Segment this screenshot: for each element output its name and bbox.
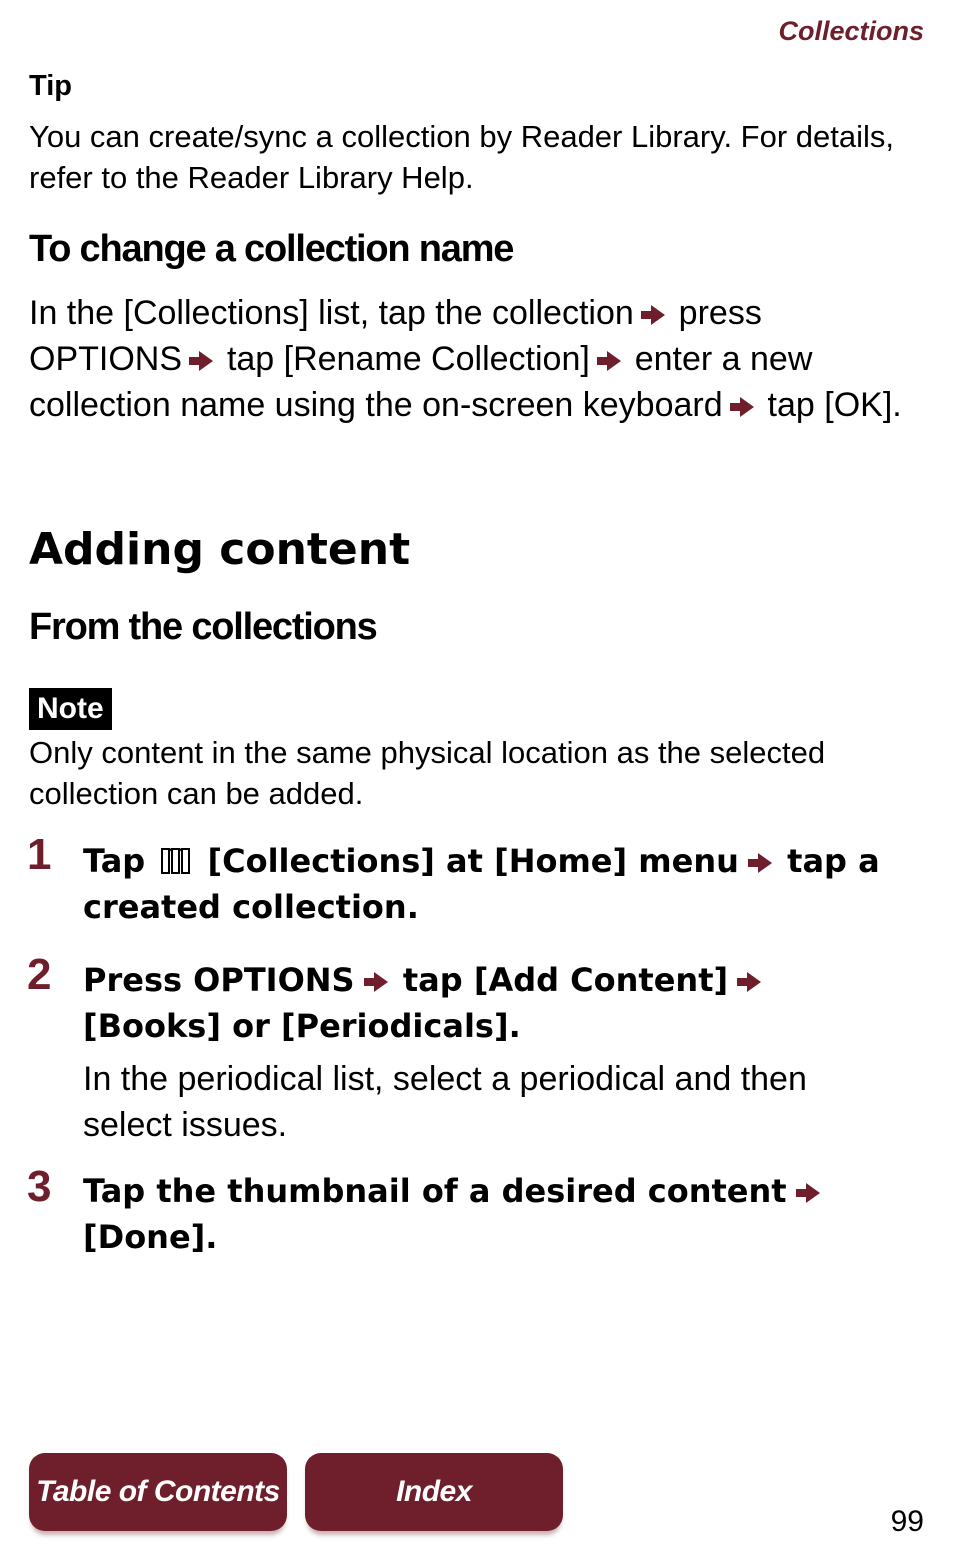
arrow-icon [795, 1168, 824, 1214]
page-number: 99 [890, 1505, 924, 1538]
step-number: 2 [27, 950, 52, 999]
step-text: Tap the thumbnail of a desired content [83, 1172, 787, 1210]
step-text: Press OPTIONS [83, 961, 355, 999]
table-of-contents-button[interactable]: Table of Contents [29, 1453, 287, 1531]
step-text: Tap [83, 842, 146, 880]
collections-icon [161, 848, 191, 874]
rename-step-text: In the [Collections] list, tap the colle… [29, 294, 634, 332]
step-3-text: Tap the thumbnail of a desired content [… [83, 1168, 863, 1260]
section-header: Collections [778, 16, 924, 46]
tip-text: You can create/sync a collection by Read… [29, 119, 895, 195]
arrow-icon [597, 336, 625, 382]
from-collections-subheading: From the collections [29, 606, 378, 648]
step-2-subtext: In the periodical list, select a periodi… [83, 1060, 807, 1144]
step-1-text: Tap [Collections] at [Home] menu tap a c… [83, 838, 903, 930]
arrow-icon [641, 290, 669, 336]
step-text: [Collections] at [Home] menu [207, 842, 739, 880]
step-text: tap [Add Content] [402, 961, 729, 999]
tip-label: Tip [29, 70, 72, 102]
arrow-icon [737, 957, 765, 1003]
step-text: [Books] or [Periodicals]. [83, 1007, 521, 1045]
note-badge: Note [29, 688, 112, 730]
rename-heading: To change a collection name [29, 228, 514, 270]
arrow-icon [748, 838, 776, 884]
step-text: [Done]. [83, 1218, 218, 1256]
step-2-text: Press OPTIONS tap [Add Content] [Books] … [83, 957, 913, 1049]
rename-step-text: tap [OK]. [767, 386, 902, 424]
rename-step-text: tap [Rename Collection] [226, 340, 590, 378]
rename-instructions: In the [Collections] list, tap the colle… [29, 290, 909, 428]
arrow-icon [189, 336, 217, 382]
arrow-icon [363, 957, 392, 1003]
index-button[interactable]: Index [305, 1453, 563, 1531]
adding-content-heading: Adding content [29, 524, 411, 575]
step-number: 1 [27, 830, 52, 879]
step-number: 3 [27, 1162, 52, 1211]
arrow-icon [730, 382, 758, 428]
note-text: Only content in the same physical locati… [29, 735, 826, 811]
